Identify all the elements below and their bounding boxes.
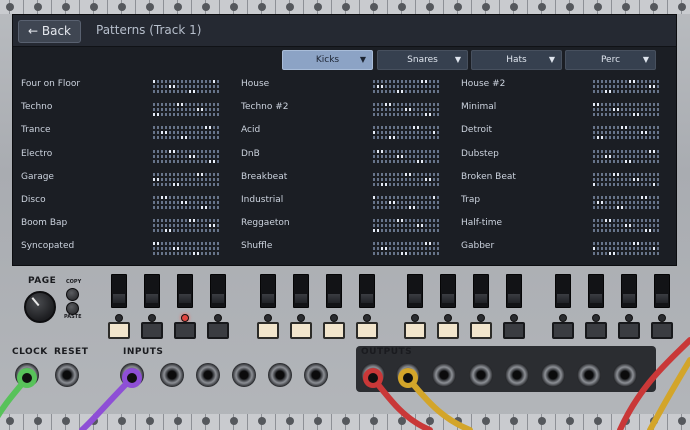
cable-purple[interactable]: [79, 375, 135, 430]
cable-red[interactable]: [370, 375, 433, 430]
patch-cables: [0, 337, 690, 430]
